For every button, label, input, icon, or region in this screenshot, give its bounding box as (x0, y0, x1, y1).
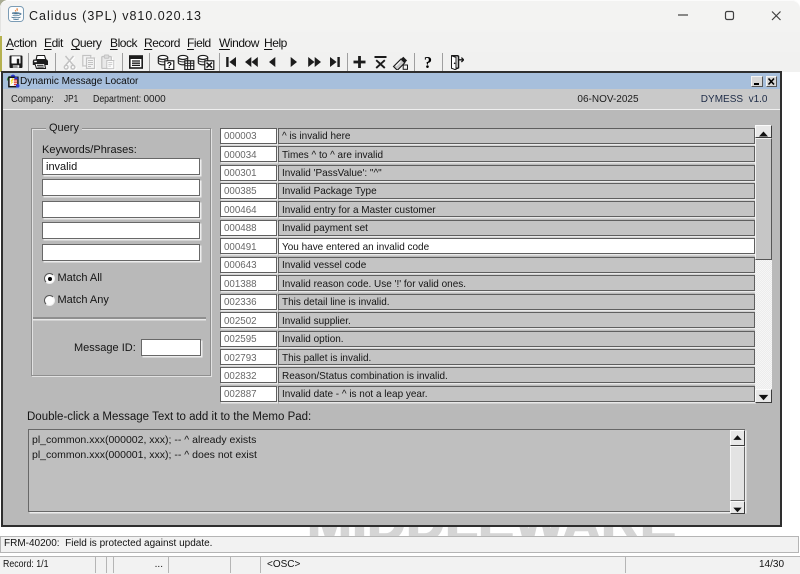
svg-text:?: ? (166, 60, 171, 70)
svg-text:?: ? (423, 54, 431, 70)
